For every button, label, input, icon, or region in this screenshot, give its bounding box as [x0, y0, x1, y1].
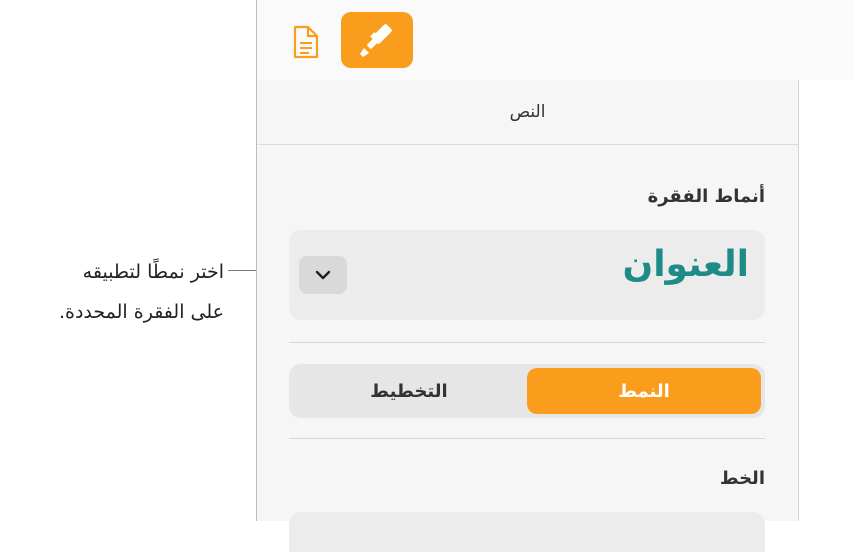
- paragraph-style-popup[interactable]: العنوان: [289, 230, 765, 320]
- current-style-name: العنوان: [622, 244, 749, 285]
- paragraph-styles-heading: أنماط الفقرة: [647, 186, 765, 207]
- style-dropdown-button[interactable]: [299, 256, 347, 294]
- document-button[interactable]: [289, 24, 323, 60]
- segment-layout[interactable]: التخطيط: [293, 368, 525, 414]
- segment-style-label: النمط: [618, 380, 670, 402]
- paintbrush-icon: [360, 24, 392, 57]
- segment-layout-label: التخطيط: [370, 380, 448, 402]
- tab-text[interactable]: النص: [257, 80, 798, 145]
- style-layout-segmented-control: النمط التخطيط: [289, 364, 765, 418]
- font-heading: الخط: [719, 468, 765, 489]
- divider: [289, 438, 765, 439]
- document-canvas-edge: [799, 80, 854, 521]
- font-controls-box[interactable]: [289, 512, 765, 552]
- chevron-down-icon: [315, 270, 331, 280]
- format-button[interactable]: [341, 12, 413, 68]
- callout-text: اختر نمطًا لتطبيقه على الفقرة المحددة.: [0, 252, 224, 332]
- tab-text-label: النص: [509, 102, 546, 122]
- divider: [289, 342, 765, 343]
- app-window: النص أنماط الفقرة العنوان النمط التخطيط …: [256, 0, 854, 552]
- document-icon: [293, 25, 319, 59]
- toolbar: [257, 0, 854, 81]
- callout-line-2: على الفقرة المحددة.: [58, 301, 224, 323]
- format-sidebar: النص أنماط الفقرة العنوان النمط التخطيط …: [257, 80, 799, 552]
- callout-line-1: اختر نمطًا لتطبيقه: [82, 261, 224, 283]
- segment-style[interactable]: النمط: [527, 368, 761, 414]
